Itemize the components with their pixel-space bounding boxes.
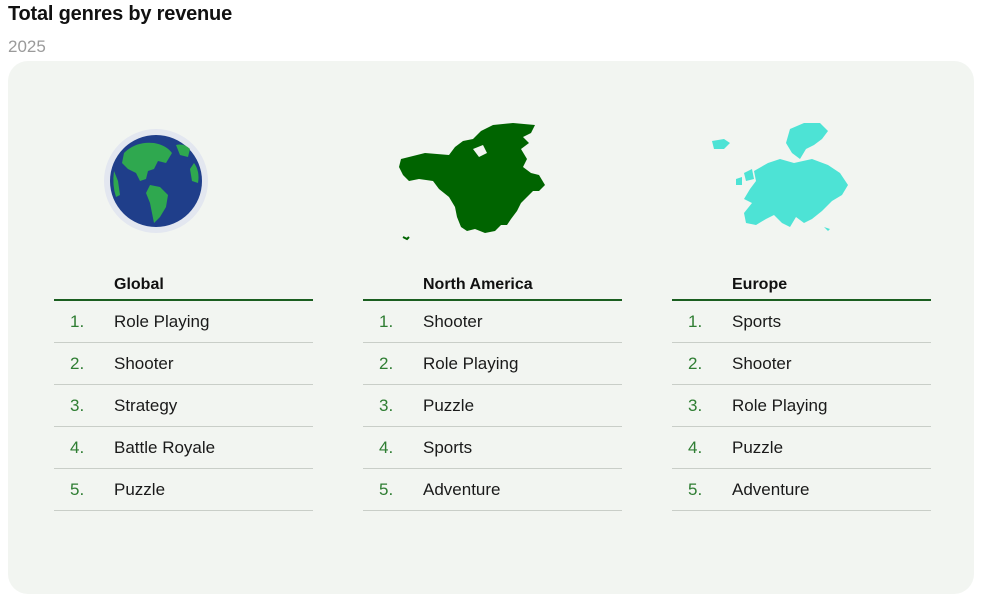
genre: Shooter [114,353,174,373]
genre: Shooter [732,353,792,373]
globe-icon [104,129,208,233]
page-subtitle: 2025 [8,37,46,56]
rank: 3. [379,395,394,415]
genre: Puzzle [114,479,166,499]
genre: Sports [423,437,473,457]
page-title: Total genres by revenue [8,3,232,25]
europe-map-icon [712,123,848,231]
rank: 2. [70,353,85,373]
genre: Puzzle [732,437,784,457]
rank: 3. [70,395,85,415]
rank: 1. [688,311,703,331]
list-item: 5. Puzzle [54,469,313,511]
regions-panel: Global 1. Role Playing 2. Shooter 3. Strate… [8,61,974,594]
genre: Adventure [732,479,810,499]
rank: 1. [379,311,394,331]
ranking-list: Global 1. Role Playing 2. Shooter 3. Strate… [54,273,313,511]
list-item: 1. Role Playing [54,301,313,343]
list-item: 2. Shooter [54,343,313,385]
rank: 1. [70,311,85,331]
rank: 4. [688,437,703,457]
list-item: 3. Role Playing [672,385,931,427]
genre: Puzzle [423,395,475,415]
north-america-map-icon [399,123,545,241]
list-item: 3. Puzzle [363,385,622,427]
rank: 2. [379,353,394,373]
list-item: 4. Sports [363,427,622,469]
rank: 5. [379,479,394,499]
rank: 4. [379,437,394,457]
north-america-map [363,119,622,249]
europe-map [672,119,931,249]
genre: Role Playing [114,311,210,331]
list-item: 1. Shooter [363,301,622,343]
list-item: 1. Sports [672,301,931,343]
genre: Sports [732,311,782,331]
region-header: North America [363,273,622,301]
ranking-list: Europe 1. Sports 2. Shooter 3. Role Playing… [672,273,931,511]
region-header: Europe [672,273,931,301]
list-item: 4. Puzzle [672,427,931,469]
genre: Role Playing [423,353,519,373]
genre: Role Playing [732,395,828,415]
genre: Strategy [114,395,178,415]
genre: Shooter [423,311,483,331]
rank: 4. [70,437,85,457]
list-item: 2. Shooter [672,343,931,385]
list-item: 5. Adventure [672,469,931,511]
genre: Battle Royale [114,437,216,457]
rank: 3. [688,395,703,415]
rank: 2. [688,353,703,373]
list-item: 3. Strategy [54,385,313,427]
rank: 5. [688,479,703,499]
ranking-list: North America 1. Shooter 2. Role Playing 3… [363,273,622,511]
rank: 5. [70,479,85,499]
region-header: Global [54,273,313,301]
list-item: 2. Role Playing [363,343,622,385]
list-item: 5. Adventure [363,469,622,511]
globe-map [54,119,313,249]
list-item: 4. Battle Royale [54,427,313,469]
genre: Adventure [423,479,501,499]
